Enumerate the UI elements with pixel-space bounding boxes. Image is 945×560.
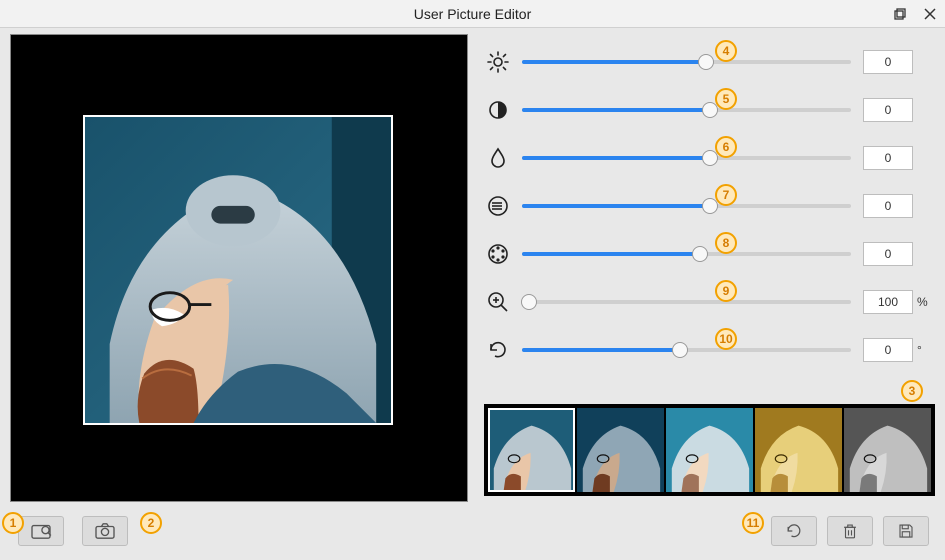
color-wheel-icon bbox=[484, 240, 512, 268]
undo-button[interactable] bbox=[771, 516, 817, 546]
browse-image-button[interactable] bbox=[18, 516, 64, 546]
detail-slider[interactable] bbox=[522, 196, 851, 216]
rotation-slider[interactable] bbox=[522, 340, 851, 360]
right-toolbar bbox=[771, 516, 929, 546]
filter-cool[interactable] bbox=[577, 408, 664, 492]
preview-canvas[interactable] bbox=[10, 34, 468, 502]
preview-image bbox=[83, 115, 393, 425]
save-button[interactable] bbox=[883, 516, 929, 546]
window-body: 0 0 0 0 bbox=[0, 28, 945, 560]
color-slider[interactable] bbox=[522, 244, 851, 264]
window: User Picture Editor bbox=[0, 0, 945, 560]
detail-value[interactable]: 0 bbox=[863, 194, 913, 218]
color-row: 0 bbox=[484, 230, 935, 278]
filter-cyan[interactable] bbox=[666, 408, 753, 492]
contrast-slider[interactable] bbox=[522, 100, 851, 120]
zoom-unit: % bbox=[917, 295, 935, 309]
rotation-row: 0 ° bbox=[484, 326, 935, 374]
brightness-icon bbox=[484, 48, 512, 76]
droplet-icon bbox=[484, 144, 512, 172]
close-icon[interactable] bbox=[919, 3, 941, 25]
zoom-slider[interactable] bbox=[522, 292, 851, 312]
adjustments-panel: 0 0 0 0 bbox=[484, 38, 935, 374]
titlebar: User Picture Editor bbox=[0, 0, 945, 28]
brightness-slider[interactable] bbox=[522, 52, 851, 72]
filter-original[interactable] bbox=[488, 408, 575, 492]
detail-row: 0 bbox=[484, 182, 935, 230]
annotation-2: 2 bbox=[140, 512, 162, 534]
rotation-unit: ° bbox=[917, 343, 935, 357]
saturation-value[interactable]: 0 bbox=[863, 146, 913, 170]
filter-strip bbox=[484, 404, 935, 496]
contrast-icon bbox=[484, 96, 512, 124]
contrast-value[interactable]: 0 bbox=[863, 98, 913, 122]
brightness-value[interactable]: 0 bbox=[863, 50, 913, 74]
color-value[interactable]: 0 bbox=[863, 242, 913, 266]
zoom-value[interactable]: 100 bbox=[863, 290, 913, 314]
window-title: User Picture Editor bbox=[414, 6, 531, 22]
zoom-icon bbox=[484, 288, 512, 316]
saturation-slider[interactable] bbox=[522, 148, 851, 168]
detail-icon bbox=[484, 192, 512, 220]
filter-grayscale[interactable] bbox=[844, 408, 931, 492]
restore-icon[interactable] bbox=[889, 3, 911, 25]
rotate-icon bbox=[484, 336, 512, 364]
delete-button[interactable] bbox=[827, 516, 873, 546]
annotation-3: 3 bbox=[901, 380, 923, 402]
rotation-value[interactable]: 0 bbox=[863, 338, 913, 362]
contrast-row: 0 bbox=[484, 86, 935, 134]
zoom-row: 100 % bbox=[484, 278, 935, 326]
brightness-row: 0 bbox=[484, 38, 935, 86]
annotation-11: 11 bbox=[742, 512, 764, 534]
filter-sepia[interactable] bbox=[755, 408, 842, 492]
left-toolbar bbox=[18, 516, 128, 546]
saturation-row: 0 bbox=[484, 134, 935, 182]
camera-button[interactable] bbox=[82, 516, 128, 546]
window-controls bbox=[889, 3, 941, 25]
